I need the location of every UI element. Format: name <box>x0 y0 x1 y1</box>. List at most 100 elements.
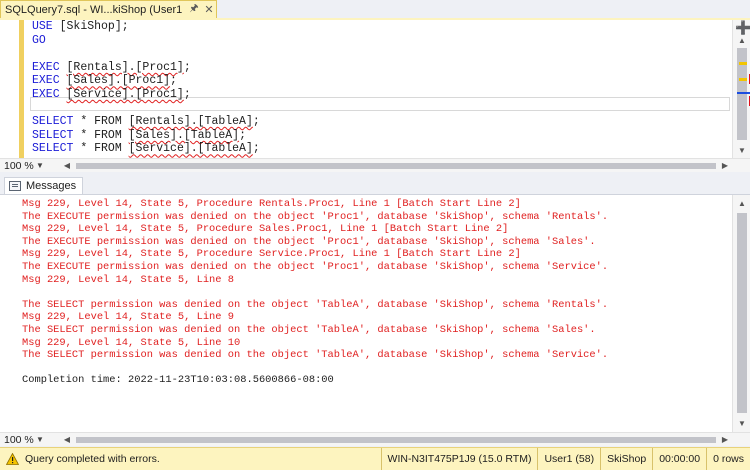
editor-vertical-scrollbar[interactable]: ➕ ▲ ▼ <box>732 20 750 158</box>
document-tab[interactable]: SQLQuery7.sql - WI...kiShop (User1 (58))… <box>0 0 217 18</box>
status-bar: Query completed with errors. WIN-N3IT475… <box>0 447 750 470</box>
tab-messages[interactable]: Messages <box>4 177 84 194</box>
code-keyword: EXEC <box>32 74 60 88</box>
scroll-right-icon[interactable]: ▶ <box>720 435 730 445</box>
code-line[interactable]: SELECT * FROM [Service].[TableA]; <box>32 142 732 156</box>
code-keyword: SELECT <box>32 128 74 142</box>
document-tab-title: SQLQuery7.sql - WI...kiShop (User1 (58))… <box>5 3 186 16</box>
code-line[interactable]: USE [SkiShop]; <box>32 20 732 34</box>
code-line[interactable]: SELECT * FROM [Rentals].[TableA]; <box>32 115 732 129</box>
messages-zoom-value: 100 % <box>4 433 34 446</box>
error-message-line: Msg 229, Level 14, State 5, Line 8 <box>22 273 235 286</box>
code-line[interactable]: GO <box>32 34 732 48</box>
error-message-line: Msg 229, Level 14, State 5, Procedure Re… <box>22 198 521 210</box>
code-text: ; <box>252 115 260 129</box>
status-rows: 0 rows <box>706 447 750 470</box>
code-keyword: EXEC <box>32 87 60 101</box>
code-text: ; <box>252 142 260 156</box>
close-icon[interactable]: ✕ <box>202 3 216 16</box>
code-text: ; <box>239 128 246 142</box>
code-keyword: EXEC <box>32 60 60 74</box>
code-object-name: [Service].[Proc1] <box>66 87 184 101</box>
message-line: Completion time: 2022-11-23T10:03:08.560… <box>22 374 334 387</box>
code-keyword: USE <box>32 20 53 33</box>
messages-scroll-thumb[interactable] <box>737 213 747 413</box>
error-message-line: The EXECUTE permission was denied on the… <box>22 210 609 223</box>
messages-hscroll-thumb[interactable] <box>76 437 716 443</box>
editor-scroll-track[interactable] <box>737 48 750 144</box>
scroll-up-icon[interactable]: ▲ <box>737 36 747 46</box>
change-tracking-bar <box>19 20 24 158</box>
code-object-name: [Rentals].[Proc1] <box>66 60 184 74</box>
code-keyword: SELECT <box>32 142 74 156</box>
tab-messages-label: Messages <box>26 180 77 192</box>
messages-bottom-bar: 100 % ▼ ◀ ▶ <box>0 432 750 446</box>
error-message-line: The SELECT permission was denied on the … <box>22 349 609 362</box>
code-line[interactable]: EXEC [Service].[Proc1]; <box>32 88 732 102</box>
editor-zoom-value: 100 % <box>4 159 34 172</box>
messages-pane[interactable]: Msg 229, Level 14, State 5, Procedure Re… <box>0 194 750 433</box>
chevron-down-icon: ▼ <box>36 435 44 444</box>
error-message-line: Msg 229, Level 14, State 5, Line 10 <box>22 336 241 349</box>
editor-bottom-bar: 100 % ▼ ◀ ▶ <box>0 158 750 172</box>
code-object-name: [Rentals].[TableA] <box>128 115 253 129</box>
scroll-right-icon[interactable]: ▶ <box>720 161 730 171</box>
status-message: Query completed with errors. <box>25 453 160 465</box>
code-line[interactable] <box>32 102 732 116</box>
scroll-left-icon[interactable]: ◀ <box>62 435 72 445</box>
query-editor[interactable]: USE [SkiShop]; GO EXEC [Rentals].[Proc1]; E… <box>0 20 750 158</box>
code-text: * FROM <box>73 142 129 156</box>
code-object-name: [Service].[TableA] <box>128 142 253 156</box>
code-object-name: [Sales].[TableA] <box>128 128 240 142</box>
code-keyword: SELECT <box>32 115 74 129</box>
chevron-down-icon: ▼ <box>36 161 44 170</box>
code-area[interactable]: USE [SkiShop]; GO EXEC [Rentals].[Proc1]; E… <box>32 20 732 158</box>
pin-icon[interactable]: 🖈︎ <box>186 1 202 18</box>
error-message-line: The SELECT permission was denied on the … <box>22 298 609 311</box>
editor-hscroll-thumb[interactable] <box>76 163 716 169</box>
messages-zoom-dropdown[interactable]: 100 % ▼ <box>0 433 48 446</box>
messages-horizontal-scrollbar[interactable]: ◀ ▶ <box>62 435 732 445</box>
messages-text[interactable]: Msg 229, Level 14, State 5, Procedure Re… <box>22 198 730 387</box>
error-message-line: The SELECT permission was denied on the … <box>22 323 596 336</box>
status-database: SkiShop <box>600 447 652 470</box>
status-user: User1 (58) <box>537 447 600 470</box>
status-elapsed: 00:00:00 <box>652 447 706 470</box>
error-message-line: Msg 229, Level 14, State 5, Procedure Se… <box>22 248 521 261</box>
document-tab-strip: SQLQuery7.sql - WI...kiShop (User1 (58))… <box>0 0 750 18</box>
code-line[interactable]: EXEC [Sales].[Proc1]; <box>32 74 732 88</box>
caret-marker <box>737 92 750 94</box>
editor-zoom-dropdown[interactable]: 100 % ▼ <box>0 159 48 172</box>
error-message-line: Msg 229, Level 14, State 5, Procedure Sa… <box>22 223 509 236</box>
code-text: ; <box>170 74 177 88</box>
change-marker <box>739 62 747 65</box>
scroll-left-icon[interactable]: ◀ <box>62 161 72 171</box>
scroll-down-icon[interactable]: ▼ <box>737 146 747 156</box>
code-text: [SkiShop]; <box>52 20 129 33</box>
error-message-line: The EXECUTE permission was denied on the… <box>22 235 596 248</box>
code-text: * FROM <box>73 115 129 129</box>
code-text: ; <box>183 87 191 101</box>
code-object-name: [Sales].[Proc1] <box>66 74 171 88</box>
scroll-up-icon[interactable]: ▲ <box>737 199 747 209</box>
error-message-line: Msg 229, Level 14, State 5, Line 9 <box>22 311 235 324</box>
messages-icon <box>9 181 21 191</box>
code-line[interactable]: SELECT * FROM [Sales].[TableA]; <box>32 129 732 143</box>
messages-vertical-scrollbar[interactable]: ▲ ▼ <box>732 195 750 433</box>
split-window-icon[interactable]: ➕ <box>735 21 750 34</box>
code-keyword: GO <box>32 33 46 47</box>
results-tab-strip: Messages <box>0 177 750 194</box>
change-marker <box>739 78 747 81</box>
code-line[interactable]: EXEC [Rentals].[Proc1]; <box>32 61 732 75</box>
status-server: WIN-N3IT475P1J9 (15.0 RTM) <box>380 447 538 470</box>
message-line <box>22 286 730 299</box>
editor-horizontal-scrollbar[interactable]: ◀ ▶ <box>62 161 732 171</box>
code-text: * FROM <box>73 128 129 142</box>
code-text: ; <box>183 60 191 74</box>
scroll-down-icon[interactable]: ▼ <box>737 419 747 429</box>
error-message-line: The EXECUTE permission was denied on the… <box>22 260 609 273</box>
code-line[interactable] <box>32 47 732 61</box>
